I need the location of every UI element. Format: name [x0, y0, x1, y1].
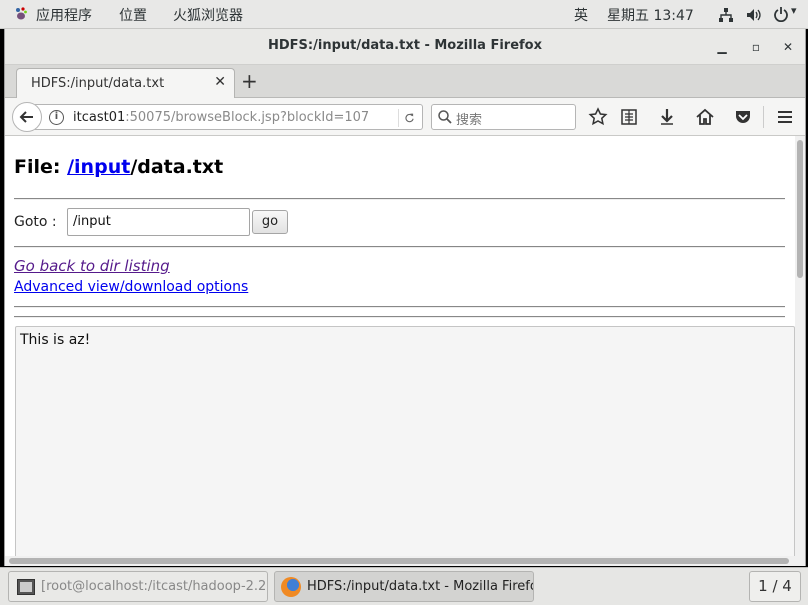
hamburger-menu-icon[interactable]: [774, 106, 796, 128]
close-tab-icon[interactable]: ✕: [214, 74, 226, 90]
search-icon: [438, 110, 452, 124]
pocket-icon[interactable]: [732, 106, 754, 128]
terminal-icon: [17, 579, 35, 595]
clock[interactable]: 星期五 13:47: [607, 5, 694, 25]
back-to-dir-link[interactable]: Go back to dir listing: [14, 257, 170, 275]
toolbar-separator: [763, 106, 764, 128]
home-icon[interactable]: [694, 106, 716, 128]
reload-icon[interactable]: [398, 109, 416, 127]
bottom-panel: [root@localhost:/itcast/hadoop-2.2… HDFS…: [0, 567, 808, 605]
browser-app-menu[interactable]: 火狐浏览器: [173, 5, 243, 25]
horizontal-scrollbar[interactable]: [5, 556, 805, 566]
file-content-textarea[interactable]: This is az!: [15, 326, 795, 556]
minimize-button[interactable]: ▁: [712, 37, 732, 57]
firefox-window: HDFS:/input/data.txt - Mozilla Firefox ▁…: [4, 29, 806, 566]
divider: [14, 306, 785, 308]
page-content: File: /input/data.txt Goto : /input go G…: [5, 136, 795, 556]
tab-bar: HDFS:/input/data.txt ✕ +: [5, 65, 805, 99]
back-button[interactable]: [12, 102, 42, 132]
new-tab-button[interactable]: +: [241, 69, 258, 93]
taskbar-firefox-label: HDFS:/input/data.txt - Mozilla Firefox: [307, 579, 534, 594]
chevron-down-icon[interactable]: ▾: [791, 4, 797, 17]
divider: [14, 198, 785, 200]
url-text[interactable]: itcast01:50075/browseBlock.jsp?blockId=1…: [73, 110, 369, 125]
url-host: itcast01: [73, 110, 126, 125]
download-icon[interactable]: [656, 106, 678, 128]
tab-hdfs-data[interactable]: HDFS:/input/data.txt ✕: [16, 68, 235, 99]
workspace-indicator[interactable]: 1 / 4: [749, 571, 801, 602]
reading-list-icon[interactable]: [618, 106, 640, 128]
volume-icon[interactable]: [746, 7, 762, 23]
navigation-toolbar: i itcast01:50075/browseBlock.jsp?blockId…: [5, 98, 805, 136]
url-bar[interactable]: i itcast01:50075/browseBlock.jsp?blockId…: [35, 104, 423, 130]
goto-input[interactable]: /input: [67, 208, 250, 236]
tab-title: HDFS:/input/data.txt: [31, 76, 165, 91]
top-panel: 应用程序 位置 火狐浏览器 英 星期五 13:47 ▾: [0, 0, 808, 29]
taskbar-firefox[interactable]: HDFS:/input/data.txt - Mozilla Firefox: [274, 571, 534, 602]
window-titlebar[interactable]: HDFS:/input/data.txt - Mozilla Firefox ▁…: [5, 29, 805, 65]
firefox-icon: [281, 577, 301, 597]
places-menu[interactable]: 位置: [119, 5, 147, 25]
window-title: HDFS:/input/data.txt - Mozilla Firefox: [268, 38, 542, 53]
power-icon[interactable]: [773, 6, 789, 22]
divider: [14, 316, 785, 318]
network-icon[interactable]: [718, 7, 734, 23]
input-method-indicator[interactable]: 英: [574, 5, 588, 25]
gnome-foot-icon: [16, 7, 27, 20]
taskbar-terminal[interactable]: [root@localhost:/itcast/hadoop-2.2…: [8, 571, 268, 602]
scrollbar-thumb[interactable]: [9, 558, 789, 564]
search-placeholder: 搜索: [456, 113, 483, 128]
search-bar[interactable]: 搜索: [431, 104, 576, 130]
url-path: :50075/browseBlock.jsp?blockId=107: [125, 110, 370, 125]
maximize-button[interactable]: ▫: [746, 37, 766, 57]
file-label: File:: [14, 156, 68, 178]
divider: [14, 246, 785, 248]
advanced-options-link[interactable]: Advanced view/download options: [14, 279, 248, 295]
file-content-text: This is az!: [20, 332, 91, 348]
goto-label: Goto :: [14, 214, 57, 230]
close-window-button[interactable]: ✕: [778, 37, 798, 57]
file-name: /data.txt: [130, 156, 224, 178]
bookmark-star-icon[interactable]: [587, 106, 609, 128]
scrollbar-thumb[interactable]: [797, 140, 803, 278]
page-title: File: /input/data.txt: [14, 156, 223, 178]
applications-menu[interactable]: 应用程序: [36, 5, 92, 25]
back-arrow-icon: [19, 111, 33, 123]
dir-link-input[interactable]: /input: [67, 156, 130, 178]
info-icon[interactable]: i: [49, 110, 64, 125]
vertical-scrollbar[interactable]: [795, 136, 805, 556]
go-button[interactable]: go: [252, 210, 288, 234]
taskbar-terminal-label: [root@localhost:/itcast/hadoop-2.2…: [41, 579, 268, 594]
